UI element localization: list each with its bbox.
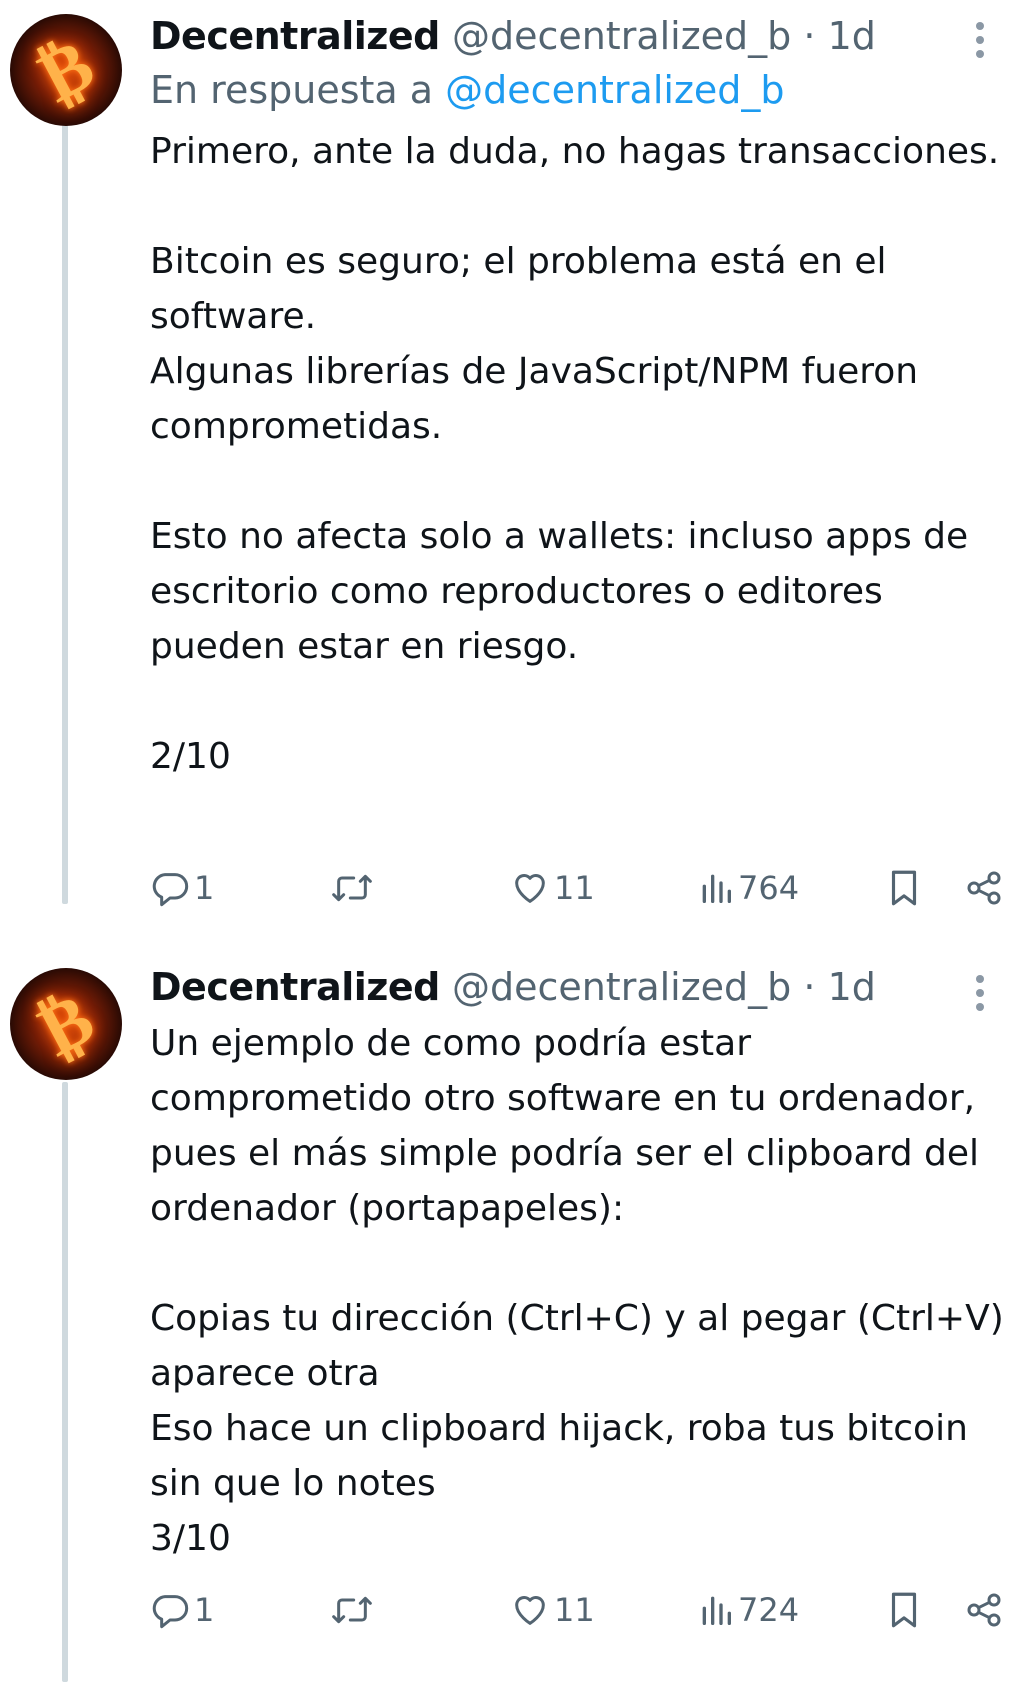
reply-button[interactable]: 1: [150, 1588, 214, 1632]
tweet-paragraph: Eso hace un clipboard hijack, roba tus b…: [150, 1408, 968, 1504]
bookmark-button[interactable]: [886, 1588, 922, 1632]
reply-mention-link[interactable]: @decentralized_b: [445, 68, 784, 112]
retweet-icon: [332, 874, 372, 902]
reply-count: 1: [194, 1591, 215, 1629]
share-icon: [967, 871, 1001, 905]
like-count: 11: [554, 1591, 595, 1629]
tweet-actions: 1 11 724: [150, 1588, 1016, 1632]
reply-prefix: En respuesta a: [150, 68, 434, 112]
like-count: 11: [554, 869, 595, 907]
author-name[interactable]: Decentralized: [150, 14, 440, 58]
timestamp[interactable]: 1d: [828, 965, 876, 1009]
bookmark-icon: [891, 870, 917, 906]
avatar[interactable]: ₿: [10, 14, 122, 126]
author-handle[interactable]: @decentralized_b: [452, 14, 791, 58]
bookmark-button[interactable]: [886, 866, 922, 910]
reply-count: 1: [194, 869, 215, 907]
reply-icon: [152, 873, 189, 907]
avatar[interactable]: ₿: [10, 968, 122, 1080]
tweet-paragraph: 2/10: [150, 736, 231, 777]
reply-icon: [152, 1595, 189, 1629]
share-button[interactable]: [964, 1588, 1004, 1632]
bookmark-icon: [891, 1592, 917, 1628]
views-icon: [702, 1596, 731, 1625]
tweet-paragraph: Algunas librerías de JavaScript/NPM fuer…: [150, 351, 919, 447]
like-button[interactable]: 11: [510, 866, 595, 910]
tweet-paragraph: Copias tu dirección (Ctrl+C) y al pegar …: [150, 1298, 1004, 1394]
views-button[interactable]: 764: [698, 866, 799, 910]
thread-line: [62, 1082, 68, 1682]
retweet-button[interactable]: [330, 1588, 374, 1632]
bitcoin-logo-icon: ₿: [24, 974, 107, 1073]
separator-dot: ·: [803, 14, 816, 58]
thread-line: [62, 124, 68, 904]
tweet-actions: 1 11 764: [150, 866, 1016, 910]
views-button[interactable]: 724: [698, 1588, 799, 1632]
tweet-paragraph: Esto no afecta solo a wallets: incluso a…: [150, 516, 969, 667]
tweet-paragraph: 3/10: [150, 1518, 231, 1559]
share-icon: [967, 1593, 1001, 1627]
more-options-icon[interactable]: [974, 975, 986, 1011]
retweet-button[interactable]: [330, 866, 374, 910]
share-button[interactable]: [964, 866, 1004, 910]
separator-dot: ·: [803, 965, 816, 1009]
tweet-header: Decentralized @decentralized_b · 1d: [150, 14, 976, 58]
view-count: 764: [738, 869, 800, 907]
reply-button[interactable]: 1: [150, 866, 214, 910]
retweet-icon: [332, 1596, 372, 1624]
view-count: 724: [738, 1591, 800, 1629]
like-icon: [515, 1596, 545, 1625]
more-options-icon[interactable]: [974, 22, 986, 58]
timestamp[interactable]: 1d: [828, 14, 876, 58]
tweet-text: Primero, ante la duda, no hagas transacc…: [150, 124, 1020, 784]
reply-context: En respuesta a @decentralized_b: [150, 68, 785, 112]
tweet-paragraph: Bitcoin es seguro; el problema está en e…: [150, 241, 887, 337]
author-handle[interactable]: @decentralized_b: [452, 965, 791, 1009]
views-icon: [702, 874, 731, 903]
tweet-text: Un ejemplo de como podría estar comprome…: [150, 1016, 1020, 1566]
like-button[interactable]: 11: [510, 1588, 595, 1632]
bitcoin-logo-icon: ₿: [24, 20, 107, 119]
tweet-paragraph: Un ejemplo de como podría estar comprome…: [150, 1023, 980, 1229]
tweet-paragraph: Primero, ante la duda, no hagas transacc…: [150, 131, 1000, 172]
author-name[interactable]: Decentralized: [150, 965, 440, 1009]
like-icon: [515, 874, 545, 903]
tweet-header: Decentralized @decentralized_b · 1d: [150, 965, 976, 1009]
